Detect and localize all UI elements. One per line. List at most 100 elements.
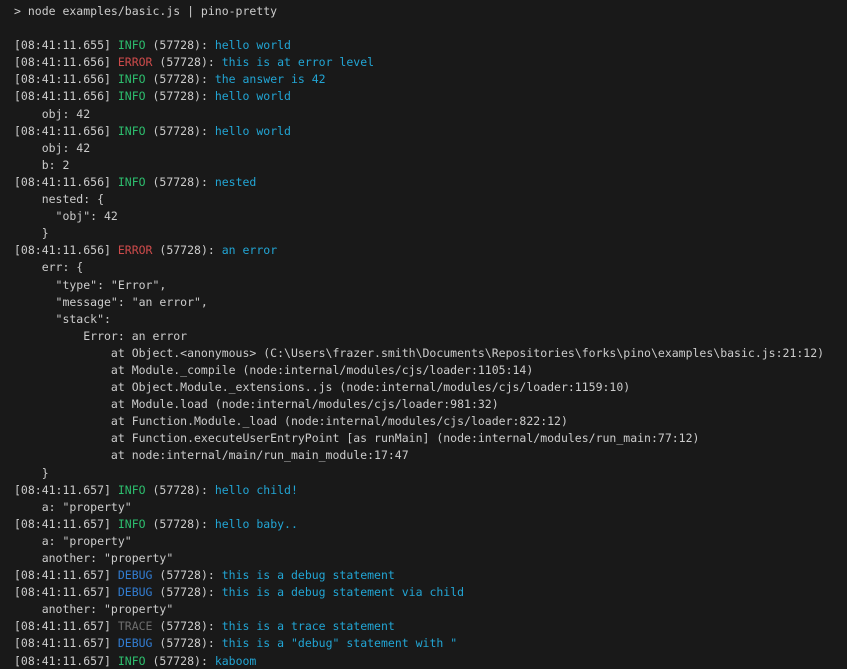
level-error: ERROR xyxy=(118,243,153,257)
level-info: INFO xyxy=(118,483,146,497)
log-message: kaboom xyxy=(215,654,257,668)
terminal-line: } xyxy=(14,225,847,242)
level-debug: DEBUG xyxy=(118,636,153,650)
log-text: [08:41:11.657] xyxy=(14,654,118,668)
log-text: (57728): xyxy=(152,55,221,69)
log-message: this is a trace statement xyxy=(222,619,395,633)
log-text: [08:41:11.656] xyxy=(14,175,118,189)
log-text: Error: an error xyxy=(14,329,187,343)
log-text: [08:41:11.657] xyxy=(14,585,118,599)
log-text: "stack": xyxy=(14,312,111,326)
log-text: (57728): xyxy=(152,619,221,633)
log-message: an error xyxy=(222,243,277,257)
log-text: (57728): xyxy=(146,175,215,189)
terminal-line: [08:41:11.657] DEBUG (57728): this is a … xyxy=(14,584,847,601)
log-message: hello baby.. xyxy=(215,517,298,531)
log-message: hello child! xyxy=(215,483,298,497)
terminal-line: "stack": xyxy=(14,311,847,328)
log-text: obj: 42 xyxy=(14,141,90,155)
level-info: INFO xyxy=(118,72,146,86)
terminal-line: [08:41:11.657] DEBUG (57728): this is a … xyxy=(14,567,847,584)
log-text: at Object.<anonymous> (C:\Users\frazer.s… xyxy=(14,346,824,360)
terminal-line: a: "property" xyxy=(14,533,847,550)
log-text: at Object.Module._extensions..js (node:i… xyxy=(14,380,630,394)
log-text: obj: 42 xyxy=(14,107,90,121)
terminal-line: at Function.Module._load (node:internal/… xyxy=(14,413,847,430)
log-text: [08:41:11.656] xyxy=(14,89,118,103)
terminal-line: b: 2 xyxy=(14,157,847,174)
log-message: this is a debug statement xyxy=(222,568,395,582)
log-message: hello world xyxy=(215,89,291,103)
log-message: the answer is 42 xyxy=(215,72,326,86)
log-text: at node:internal/main/run_main_module:17… xyxy=(14,448,409,462)
log-text: (57728): xyxy=(146,654,215,668)
terminal-line xyxy=(14,20,847,37)
terminal-window[interactable]: > node examples/basic.js | pino-pretty [… xyxy=(0,0,847,669)
terminal-line: at Object.Module._extensions..js (node:i… xyxy=(14,379,847,396)
terminal-line: another: "property" xyxy=(14,550,847,567)
log-text: (57728): xyxy=(146,89,215,103)
level-error: ERROR xyxy=(118,55,153,69)
terminal-line: a: "property" xyxy=(14,499,847,516)
terminal-line: obj: 42 xyxy=(14,106,847,123)
terminal-line: [08:41:11.656] ERROR (57728): this is at… xyxy=(14,54,847,71)
log-text: (57728): xyxy=(146,72,215,86)
log-text: at Module._compile (node:internal/module… xyxy=(14,363,533,377)
terminal-line: err: { xyxy=(14,259,847,276)
terminal-line: [08:41:11.657] DEBUG (57728): this is a … xyxy=(14,635,847,652)
terminal-line: at Module._compile (node:internal/module… xyxy=(14,362,847,379)
terminal-line: [08:41:11.656] INFO (57728): nested xyxy=(14,174,847,191)
terminal-line: obj: 42 xyxy=(14,140,847,157)
log-text: "obj": 42 xyxy=(14,209,118,223)
level-info: INFO xyxy=(118,124,146,138)
log-text: [08:41:11.656] xyxy=(14,72,118,86)
terminal-line: "type": "Error", xyxy=(14,277,847,294)
log-text: [08:41:11.657] xyxy=(14,619,118,633)
log-text: (57728): xyxy=(146,483,215,497)
command-line: > node examples/basic.js | pino-pretty xyxy=(14,3,847,20)
log-text: another: "property" xyxy=(14,602,173,616)
log-text: at Function.Module._load (node:internal/… xyxy=(14,414,568,428)
terminal-line: [08:41:11.656] ERROR (57728): an error xyxy=(14,242,847,259)
log-text: } xyxy=(14,226,49,240)
level-info: INFO xyxy=(118,38,146,52)
terminal-line: at node:internal/main/run_main_module:17… xyxy=(14,447,847,464)
terminal-line: [08:41:11.657] INFO (57728): kaboom xyxy=(14,653,847,669)
log-text: [08:41:11.657] xyxy=(14,517,118,531)
log-text: (57728): xyxy=(146,124,215,138)
log-text: a: "property" xyxy=(14,534,132,548)
terminal-line: nested: { xyxy=(14,191,847,208)
log-message: hello world xyxy=(215,124,291,138)
log-text: [08:41:11.656] xyxy=(14,243,118,257)
terminal-line: } xyxy=(14,465,847,482)
terminal-line: [08:41:11.656] INFO (57728): hello world xyxy=(14,88,847,105)
terminal-line: "message": "an error", xyxy=(14,294,847,311)
log-text: a: "property" xyxy=(14,500,132,514)
terminal-line: at Object.<anonymous> (C:\Users\frazer.s… xyxy=(14,345,847,362)
level-debug: DEBUG xyxy=(118,585,153,599)
log-message: this is at error level xyxy=(222,55,374,69)
terminal-line: [08:41:11.657] INFO (57728): hello baby.… xyxy=(14,516,847,533)
log-text: [08:41:11.655] xyxy=(14,38,118,52)
log-text: at Module.load (node:internal/modules/cj… xyxy=(14,397,499,411)
log-message: nested xyxy=(215,175,257,189)
log-text: [08:41:11.656] xyxy=(14,124,118,138)
log-text: "message": "an error", xyxy=(14,295,208,309)
terminal-line: [08:41:11.656] INFO (57728): the answer … xyxy=(14,71,847,88)
terminal-line: [08:41:11.657] INFO (57728): hello child… xyxy=(14,482,847,499)
level-info: INFO xyxy=(118,175,146,189)
log-text: (57728): xyxy=(146,517,215,531)
log-message: hello world xyxy=(215,38,291,52)
log-text: b: 2 xyxy=(14,158,69,172)
log-text: "type": "Error", xyxy=(14,278,166,292)
terminal-line: at Module.load (node:internal/modules/cj… xyxy=(14,396,847,413)
log-text: [08:41:11.657] xyxy=(14,483,118,497)
terminal-line: Error: an error xyxy=(14,328,847,345)
terminal-line: [08:41:11.656] INFO (57728): hello world xyxy=(14,123,847,140)
log-text: nested: { xyxy=(14,192,104,206)
log-text: [08:41:11.657] xyxy=(14,568,118,582)
log-text: (57728): xyxy=(152,568,221,582)
level-trace: TRACE xyxy=(118,619,153,633)
log-text: err: { xyxy=(14,260,83,274)
level-debug: DEBUG xyxy=(118,568,153,582)
